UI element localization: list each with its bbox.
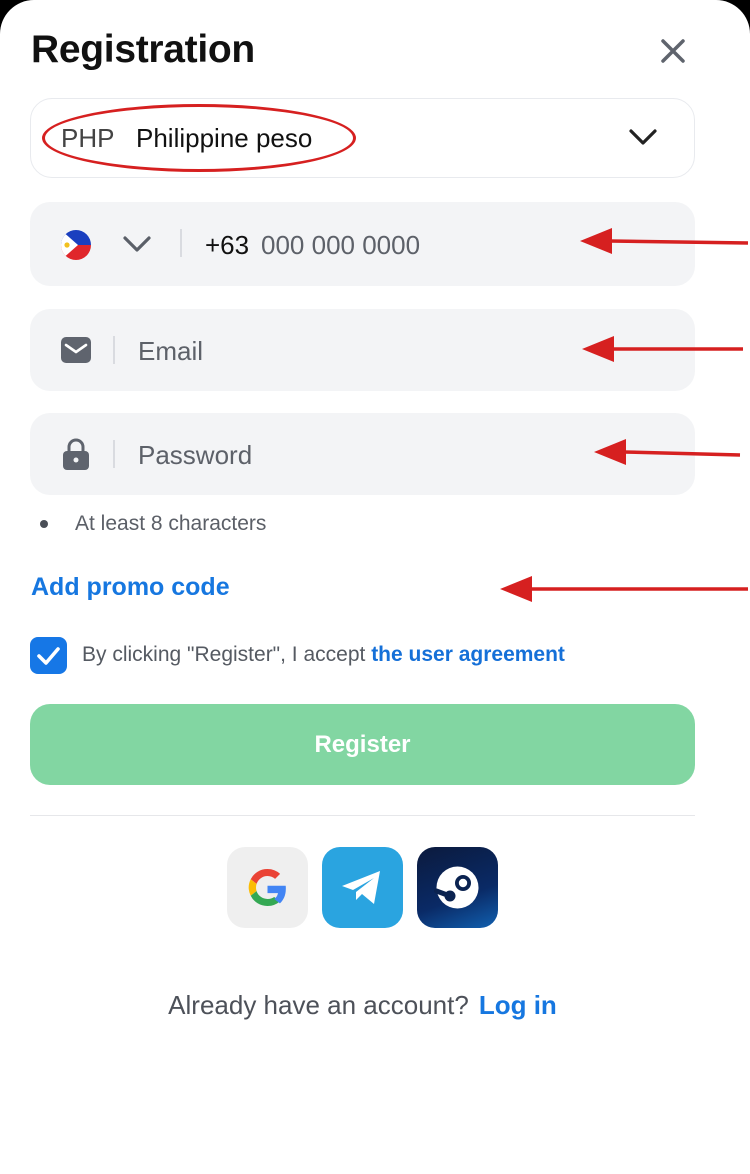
chevron-down-icon (628, 125, 658, 154)
divider (30, 815, 695, 816)
steam-login-button[interactable] (417, 847, 498, 928)
email-input[interactable]: Email (138, 336, 203, 367)
telegram-icon (342, 871, 380, 904)
page-title: Registration (31, 28, 255, 71)
password-hint: At least 8 characters (75, 512, 267, 535)
lock-icon (63, 438, 89, 475)
country-chevron-down-icon[interactable] (122, 232, 152, 261)
annotation-circle (42, 104, 356, 172)
steam-icon (434, 866, 479, 909)
field-separator (180, 229, 182, 257)
envelope-icon (61, 337, 91, 368)
field-separator (113, 440, 115, 468)
telegram-login-button[interactable] (322, 847, 403, 928)
google-icon (248, 868, 286, 907)
agreement-label: By clicking "Register", I accept (82, 643, 372, 666)
user-agreement-link[interactable]: the user agreement (371, 643, 565, 666)
google-login-button[interactable] (227, 847, 308, 928)
field-separator (113, 336, 115, 364)
password-input[interactable]: Password (138, 440, 252, 471)
close-icon[interactable] (652, 30, 694, 72)
login-prompt: Already have an account? Log in (0, 990, 725, 1021)
register-button[interactable]: Register (30, 704, 695, 785)
annotation-arrow (594, 439, 741, 465)
philippines-flag-icon[interactable] (61, 230, 91, 260)
add-promo-code-link[interactable]: Add promo code (31, 573, 230, 602)
agreement-checkbox[interactable] (30, 637, 67, 674)
annotation-arrow (500, 576, 748, 602)
login-question: Already have an account? (168, 990, 469, 1020)
agreement-text: By clicking "Register", I accept the use… (82, 643, 565, 667)
phone-prefix: +63 (205, 230, 250, 260)
annotation-arrow (582, 336, 743, 362)
login-link[interactable]: Log in (479, 990, 557, 1020)
annotation-arrow (580, 228, 749, 254)
phone-input[interactable]: 000 000 0000 (261, 230, 420, 261)
hint-bullet (40, 520, 48, 528)
